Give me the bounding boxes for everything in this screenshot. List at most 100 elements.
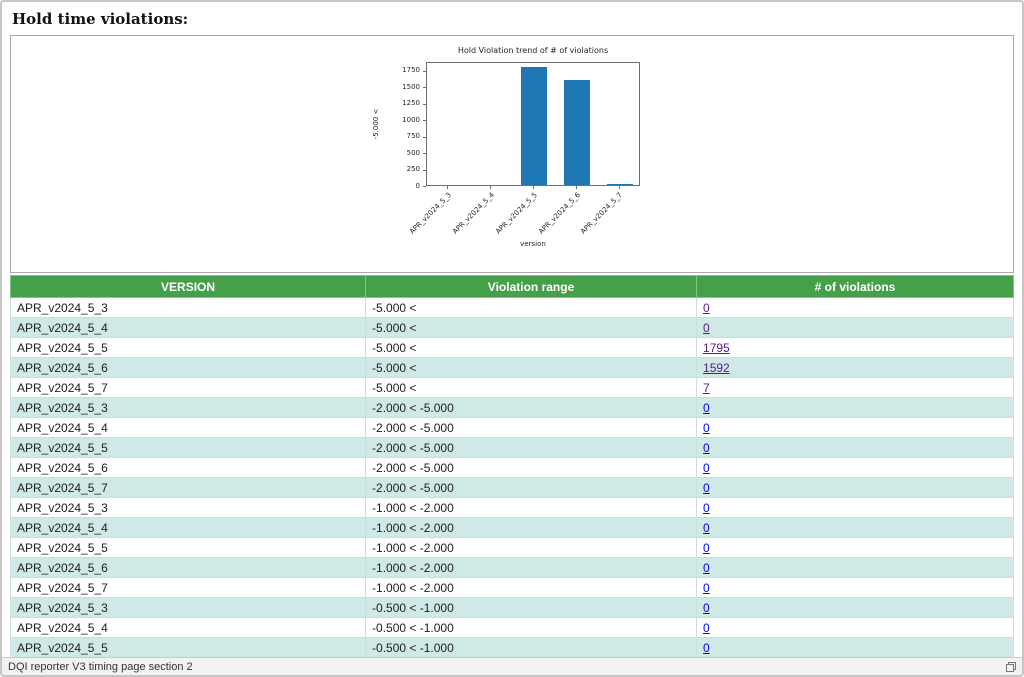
y-tick-label: 1750 [402, 66, 420, 75]
x-tick-mark [447, 186, 449, 189]
violation-count-link[interactable]: 0 [703, 481, 710, 495]
chart-bar [563, 80, 590, 185]
column-header-version: VERSION [9, 275, 367, 298]
violation-count-cell: 0 [696, 577, 1014, 598]
violation-count-link[interactable]: 0 [703, 461, 710, 475]
violation-count-link[interactable]: 0 [703, 441, 710, 455]
violation-range-cell: -2.000 < -5.000 [365, 417, 698, 438]
y-tick-mark [423, 136, 426, 138]
violation-count-link[interactable]: 0 [703, 301, 710, 315]
version-cell: APR_v2024_5_3 [9, 497, 367, 518]
violation-range-cell: -0.500 < -1.000 [365, 637, 698, 658]
version-cell: APR_v2024_5_3 [9, 597, 367, 618]
y-tick-label: 1250 [402, 99, 420, 108]
x-tick-mark [618, 186, 620, 189]
violation-range-cell: -2.000 < -5.000 [365, 477, 698, 498]
x-tick-mark [490, 186, 492, 189]
footer-resize-icon[interactable] [1006, 661, 1016, 672]
x-tick-mark [575, 186, 577, 189]
violation-count-cell: 0 [696, 417, 1014, 438]
table-row: APR_v2024_5_4 -5.000 < 0 [9, 317, 1014, 338]
violation-count-link[interactable]: 0 [703, 421, 710, 435]
version-cell: APR_v2024_5_3 [9, 297, 367, 318]
violation-count-cell: 0 [696, 317, 1014, 338]
y-tick-mark [423, 87, 426, 89]
violation-count-cell: 0 [696, 397, 1014, 418]
table-row: APR_v2024_5_7 -1.000 < -2.000 0 [9, 577, 1014, 598]
table-row: APR_v2024_5_5 -0.500 < -1.000 0 [9, 637, 1014, 658]
violation-count-link[interactable]: 0 [703, 561, 710, 575]
version-cell: APR_v2024_5_4 [9, 517, 367, 538]
page-title: Hold time violations: [12, 10, 189, 28]
version-cell: APR_v2024_5_6 [9, 457, 367, 478]
chart-ylabel: -5.000 < [372, 108, 380, 140]
table-row: APR_v2024_5_6 -1.000 < -2.000 0 [9, 557, 1014, 578]
version-cell: APR_v2024_5_5 [9, 537, 367, 558]
violation-count-cell: 0 [696, 437, 1014, 458]
table-row: APR_v2024_5_3 -5.000 < 0 [9, 297, 1014, 318]
chart-title: Hold Violation trend of # of violations [457, 46, 609, 55]
table-row: APR_v2024_5_4 -0.500 < -1.000 0 [9, 617, 1014, 638]
y-tick-label: 1000 [402, 115, 420, 124]
violations-table: VERSION Violation range # of violations … [9, 275, 1014, 658]
chart-bar [606, 184, 633, 185]
version-cell: APR_v2024_5_4 [9, 317, 367, 338]
violation-range-cell: -0.500 < -1.000 [365, 597, 698, 618]
content-area: Hold time violations: Hold Violation tre… [2, 2, 1022, 658]
table-row: APR_v2024_5_3 -1.000 < -2.000 0 [9, 497, 1014, 518]
violation-range-cell: -2.000 < -5.000 [365, 437, 698, 458]
y-tick-mark [423, 186, 426, 187]
table-row: APR_v2024_5_7 -5.000 < 7 [9, 377, 1014, 398]
table-row: APR_v2024_5_4 -1.000 < -2.000 0 [9, 517, 1014, 538]
violation-count-cell: 7 [696, 377, 1014, 398]
x-tick-mark [533, 186, 534, 189]
x-tick-label: APR_v2024_5_6 [536, 191, 582, 236]
violation-count-link[interactable]: 7 [703, 381, 710, 395]
violation-count-cell: 0 [696, 557, 1014, 578]
violation-range-cell: -5.000 < [365, 337, 698, 358]
violation-range-cell: -1.000 < -2.000 [365, 517, 698, 538]
violation-count-cell: 0 [696, 517, 1014, 538]
violation-range-cell: -2.000 < -5.000 [365, 397, 698, 418]
version-cell: APR_v2024_5_5 [9, 337, 367, 358]
violation-count-cell: 0 [696, 497, 1014, 518]
violation-range-cell: -0.500 < -1.000 [365, 617, 698, 638]
violation-count-link[interactable]: 0 [703, 581, 710, 595]
violation-count-link[interactable]: 0 [703, 401, 710, 415]
violation-count-link[interactable]: 0 [703, 541, 710, 555]
version-cell: APR_v2024_5_6 [9, 357, 367, 378]
y-tick-mark [423, 103, 426, 105]
table-row: APR_v2024_5_5 -1.000 < -2.000 0 [9, 537, 1014, 558]
table-row: APR_v2024_5_6 -2.000 < -5.000 0 [9, 457, 1014, 478]
violation-count-link[interactable]: 0 [703, 621, 710, 635]
violation-count-link[interactable]: 0 [703, 521, 710, 535]
y-tick-mark [423, 120, 426, 122]
violation-count-link[interactable]: 1592 [703, 361, 730, 375]
y-tick-label: 0 [415, 181, 420, 190]
y-tick-label: 500 [406, 148, 420, 157]
violation-range-cell: -1.000 < -2.000 [365, 557, 698, 578]
version-cell: APR_v2024_5_5 [9, 437, 367, 458]
violation-count-link[interactable]: 0 [703, 321, 710, 335]
violation-count-cell: 1795 [696, 337, 1014, 358]
violation-range-cell: -1.000 < -2.000 [365, 497, 698, 518]
table-row: APR_v2024_5_6 -5.000 < 1592 [9, 357, 1014, 378]
table-row: APR_v2024_5_5 -5.000 < 1795 [9, 337, 1014, 358]
chart-bar [521, 67, 547, 185]
y-tick-label: 750 [406, 132, 420, 141]
violation-count-cell: 0 [696, 297, 1014, 318]
violation-count-link[interactable]: 1795 [703, 341, 730, 355]
violation-count-cell: 0 [696, 617, 1014, 638]
y-tick-mark [423, 153, 426, 155]
column-header-num-violations: # of violations [696, 275, 1014, 298]
violation-count-cell: 0 [696, 537, 1014, 558]
violation-count-link[interactable]: 0 [703, 501, 710, 515]
table-row: APR_v2024_5_7 -2.000 < -5.000 0 [9, 477, 1014, 498]
version-cell: APR_v2024_5_4 [9, 417, 367, 438]
column-header-violation-range: Violation range [365, 275, 698, 298]
table-row: APR_v2024_5_5 -2.000 < -5.000 0 [9, 437, 1014, 458]
y-tick-label: 1500 [402, 82, 420, 91]
violation-count-link[interactable]: 0 [703, 601, 710, 615]
violation-count-link[interactable]: 0 [703, 641, 710, 655]
report-page: Hold time violations: Hold Violation tre… [0, 0, 1024, 677]
